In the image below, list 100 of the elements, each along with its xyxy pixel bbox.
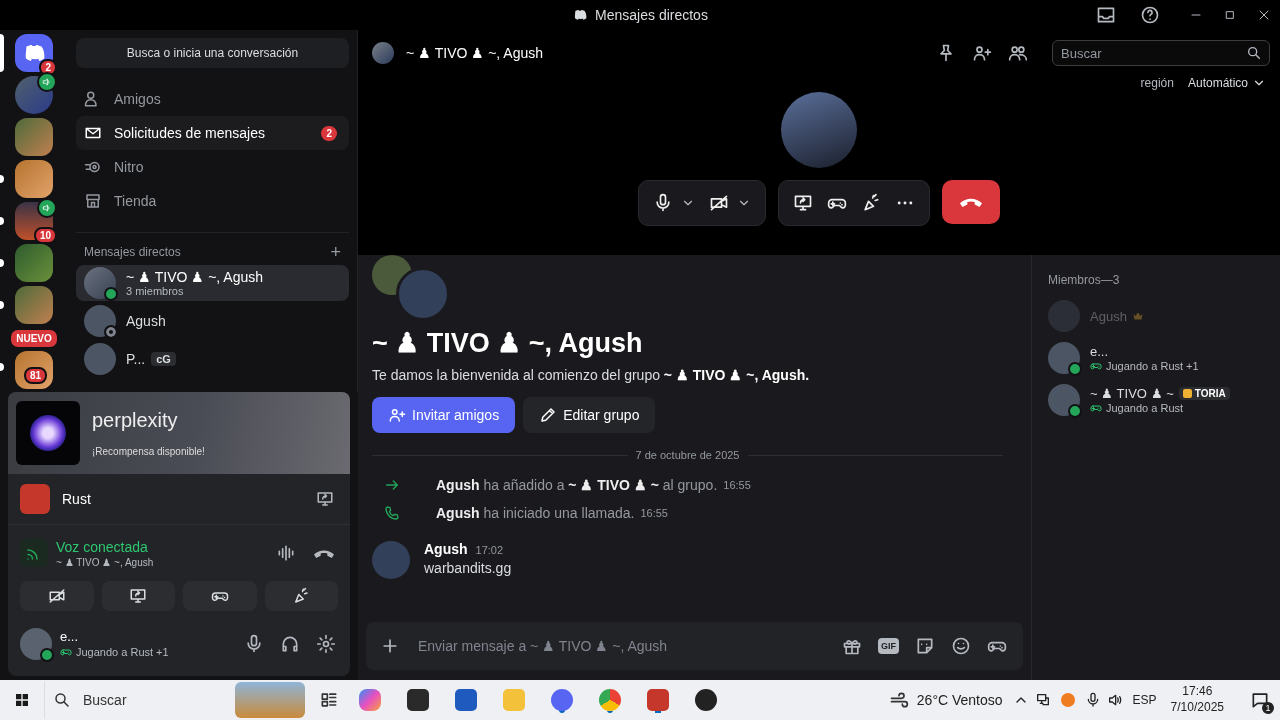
activity-button[interactable]	[183, 581, 257, 611]
camera-off-icon[interactable]	[709, 193, 729, 213]
microphone-icon[interactable]	[244, 633, 264, 654]
task-view-icon[interactable]	[319, 690, 339, 710]
avatar	[1048, 342, 1080, 374]
soundboard-button[interactable]	[264, 581, 338, 611]
search-icon[interactable]	[1246, 45, 1262, 61]
welcome-text: Te damos la bienvenida al comienzo del grupo ~ ♟ TIVO ♟ ~, Agush.	[372, 367, 811, 383]
system-message: Agush ha añadido a ~ ♟ TIVO ♟ ~ al grupo.	[436, 477, 718, 493]
network-icon[interactable]	[1034, 692, 1051, 708]
avatar	[20, 627, 52, 660]
member-name: Agush	[1090, 308, 1127, 324]
nav-label: Nitro	[114, 159, 145, 175]
timestamp: 17:02	[475, 544, 504, 556]
promo-banner[interactable]: perplexity ¡Recompensa disponible!	[8, 392, 350, 474]
group-title: ~ ♟ TIVO ♟ ~, Agush	[372, 327, 644, 359]
inbox-icon[interactable]	[1096, 5, 1116, 25]
voice-channel: ~ ♟ TIVO ♟ ~, Agush	[56, 556, 155, 568]
avatar	[84, 267, 116, 299]
notifications-button[interactable]: 1	[1246, 686, 1274, 714]
nav-label: Amigos	[114, 91, 162, 107]
region-dropdown[interactable]: Automático	[1187, 76, 1266, 90]
status-dot	[1068, 362, 1082, 376]
search-field[interactable]: Buscar	[81, 691, 213, 709]
camera-off-icon	[47, 587, 66, 605]
search-icon	[53, 691, 71, 709]
start-icon[interactable]	[14, 692, 30, 708]
dm-item[interactable]: Agush	[76, 303, 349, 339]
avatar	[372, 541, 410, 579]
invite-button[interactable]: Invitar amigos	[372, 397, 516, 433]
new-badge: NUEVO	[9, 328, 59, 349]
app-icon[interactable]	[407, 689, 429, 711]
members-icon[interactable]	[1008, 43, 1028, 63]
activity-text: Jugando a Rust	[1106, 402, 1184, 414]
count-badge: 2	[321, 125, 337, 141]
speaker-icon[interactable]	[1106, 692, 1123, 708]
hang-up-button[interactable]	[942, 180, 1000, 224]
nav-item[interactable]: Amigos	[76, 82, 349, 116]
dm-name: Agush	[126, 313, 166, 329]
gif-button[interactable]: GIF	[878, 638, 899, 654]
user-name: e...	[60, 629, 80, 644]
language-indicator[interactable]: ESP	[1132, 693, 1157, 707]
system-message: Agush ha iniciado una llamada.	[436, 505, 635, 521]
add-person-icon[interactable]	[972, 43, 992, 63]
hang-up-icon	[960, 197, 982, 207]
member-name: ~ ♟ TIVO ♟ ~	[1090, 386, 1174, 401]
soundwave-icon[interactable]	[276, 543, 296, 563]
soundboard-icon[interactable]	[861, 193, 881, 213]
game-app-icon[interactable]	[647, 689, 669, 711]
browser-app-icon[interactable]	[599, 689, 621, 711]
speaker-icon	[37, 198, 57, 218]
activity-text: Jugando a Rust +1	[1106, 360, 1199, 372]
recorder-app-icon[interactable]	[695, 689, 717, 711]
server-item[interactable]: NUEVO 81	[0, 328, 68, 389]
group-avatar	[372, 42, 394, 64]
message-icon	[1250, 690, 1270, 710]
pencil-icon	[539, 406, 558, 424]
avatar	[1048, 300, 1080, 332]
window-title: Mensajes directos	[595, 7, 708, 23]
members-heading: Miembros—3	[1047, 273, 1121, 287]
nav-item[interactable]: Nitro	[76, 150, 349, 184]
add-button[interactable]: +	[330, 243, 341, 261]
server-icon[interactable]	[15, 160, 53, 198]
game-name: Rust	[62, 491, 92, 507]
member-item[interactable]: e... Jugando a Rust +1	[1040, 337, 1272, 379]
search-button[interactable]: Busca o inicia una conversación	[76, 38, 349, 68]
shop-icon	[84, 192, 102, 210]
camera-button[interactable]	[20, 581, 94, 611]
screen-share-button[interactable]	[101, 581, 175, 611]
gamepad-icon	[1090, 360, 1102, 372]
nav-item[interactable]: Solicitudes de mensajes 2	[76, 116, 349, 150]
nav-item[interactable]: Tienda	[76, 184, 349, 218]
screen-share-icon[interactable]	[793, 193, 813, 213]
avatar	[84, 305, 116, 337]
clock-time[interactable]: 17:46	[1182, 684, 1213, 700]
dm-item[interactable]: ~ ♟ TIVO ♟ ~, Agush 3 miembros	[76, 265, 349, 301]
dm-name: ~ ♟ TIVO ♟ ~, Agush	[126, 269, 264, 285]
timestamp: 16:55	[640, 507, 668, 519]
screen-share-icon[interactable]	[316, 490, 334, 508]
gamepad-icon	[1090, 402, 1102, 414]
hang-up-icon[interactable]	[314, 548, 334, 558]
promo-title: perplexity	[92, 409, 179, 432]
member-item[interactable]: ~ ♟ TIVO ♟ ~ TORIA Jugando a Rust	[1040, 379, 1272, 421]
phone-icon	[384, 505, 400, 521]
direct-messages-button[interactable]	[15, 34, 53, 72]
avatar	[84, 343, 116, 375]
nav-label: Tienda	[114, 193, 158, 209]
activity-text: Jugando a Rust +1	[76, 646, 169, 658]
emoji-icon[interactable]	[951, 636, 971, 656]
search-highlight-picture	[235, 682, 305, 718]
microphone-icon[interactable]	[653, 193, 673, 213]
timestamp: 16:55	[723, 479, 751, 491]
sticker-icon[interactable]	[915, 636, 935, 656]
dm-item[interactable]: P... cG	[76, 341, 349, 377]
settings-icon[interactable]	[316, 633, 336, 654]
message-input[interactable]: Enviar mensaje a ~ ♟ TIVO ♟ ~, Agush	[416, 637, 826, 655]
help-icon[interactable]	[1140, 5, 1160, 25]
clock-date[interactable]: 7/10/2025	[1170, 700, 1224, 716]
search-field[interactable]: Buscar	[1052, 40, 1270, 66]
edit-button[interactable]: Editar grupo	[523, 397, 656, 433]
